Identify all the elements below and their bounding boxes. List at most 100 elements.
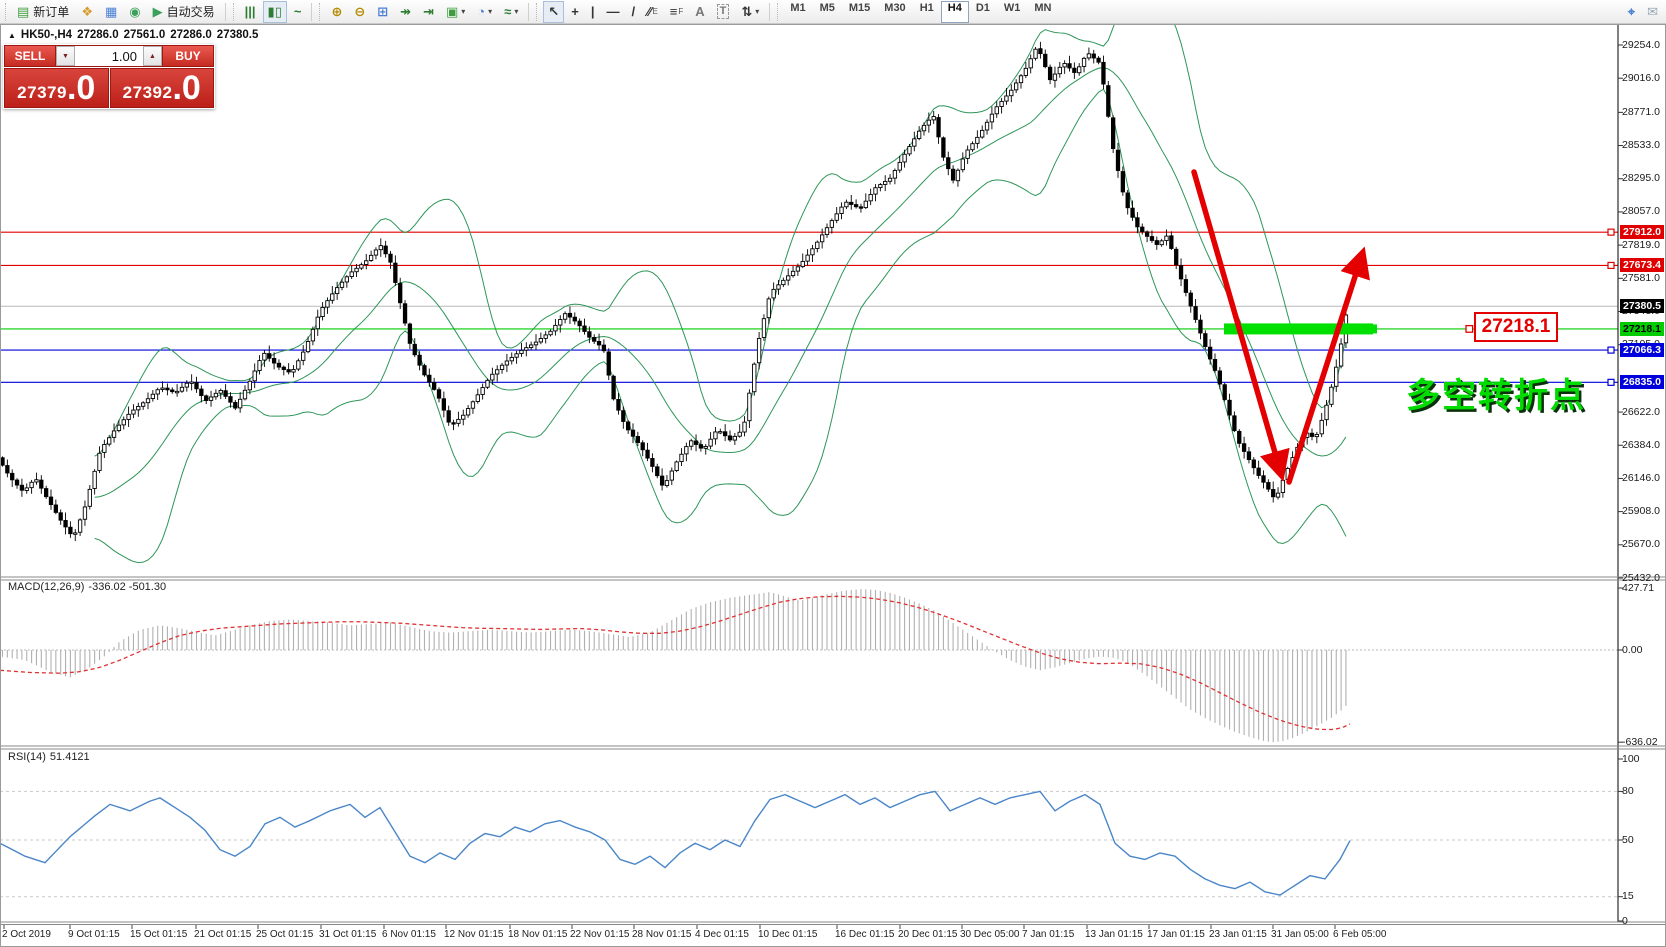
timeframe-h1[interactable]: H1 (913, 1, 941, 23)
chart-shift-icon[interactable]: ⇥ (418, 1, 439, 23)
symbol-info: ▲ HK50-,H4 27286.0 27561.0 27286.0 27380.5 (8, 29, 263, 41)
price-axis-label: 27581.0 (1622, 271, 1660, 284)
bar-chart-icon[interactable]: ||| (240, 1, 261, 23)
vertical-line-icon[interactable]: | (586, 1, 600, 23)
toolbar-separator (769, 2, 771, 21)
price-callout-box[interactable]: 27218.1 (1474, 312, 1558, 342)
zoom-in-icon: ⊕ (331, 4, 343, 19)
macd-histogram (0, 589, 1618, 743)
chart-profiles-icon[interactable]: ❖ (76, 1, 98, 23)
annotation-text[interactable]: 多空转折点 (1406, 368, 1586, 417)
timeframe-d1[interactable]: D1 (969, 1, 997, 23)
buy-price[interactable]: 27392.0 (109, 68, 214, 108)
chart-canvas[interactable] (0, 0, 1666, 947)
collapse-arrow-icon[interactable]: ▲ (8, 31, 16, 40)
timeframe-h4[interactable]: H4 (940, 0, 969, 23)
price-axis-label: 29254.0 (1622, 38, 1660, 51)
bar-chart-icon: ||| (244, 4, 256, 19)
time-axis-label: 28 Nov 01:15 (632, 929, 692, 940)
rsi-label: RSI(14) 51.4121 (8, 751, 90, 763)
time-axis-label: 31 Jan 05:00 (1271, 929, 1329, 940)
autotrading-button: ▶ (152, 4, 163, 19)
time-axis-label: 13 Jan 01:15 (1085, 929, 1143, 940)
current-price-tag: 27380.5 (1620, 299, 1664, 314)
toolbar-drag-handle (319, 2, 322, 21)
timeframe-m5[interactable]: M5 (813, 1, 842, 23)
autotrading-button[interactable]: ▶ 自动交易 (148, 1, 220, 23)
indicators-icon: ≈ (504, 4, 512, 19)
ohlc-close: 27380.5 (216, 29, 259, 41)
line-chart-icon[interactable]: ~ (289, 1, 307, 23)
bollinger-bands (94, 0, 1347, 564)
horizontal-line-icon[interactable]: — (601, 1, 624, 23)
new-chart-icon[interactable]: ▣ ▾ (441, 1, 470, 23)
cursor-icon: ↖ (548, 4, 560, 19)
level-price-tag: 27912.0 (1620, 225, 1664, 240)
toolbar-separator (528, 2, 530, 21)
level-price-tag: 27673.4 (1620, 258, 1664, 273)
market-watch-icon[interactable]: ▦ (100, 1, 122, 23)
periods-icon[interactable]: ◔ ▾ (472, 1, 497, 23)
time-axis-label: 6 Feb 05:00 (1333, 929, 1387, 940)
text-icon: A (695, 4, 705, 19)
line-chart-icon: ~ (293, 4, 302, 19)
timeframe-m15[interactable]: M15 (842, 1, 877, 23)
rsi-axis-label: 100 (1622, 752, 1640, 765)
chevron-down-icon: ▾ (755, 7, 760, 16)
volume-input[interactable] (75, 46, 143, 66)
toolbar-drag-handle (232, 2, 236, 21)
macd-axis-label: 427.71 (1622, 581, 1655, 594)
rsi-axis-label: 80 (1622, 784, 1634, 797)
candlestick-chart-icon[interactable]: ▮▯ (262, 0, 287, 23)
rsi-line (0, 790, 1618, 898)
time-axis-label: 15 Oct 01:15 (130, 929, 188, 940)
rsi-axis-label: 50 (1622, 833, 1634, 846)
chat-icon[interactable]: ✉ (1642, 1, 1663, 23)
search-icon[interactable]: ⌖ (1623, 1, 1640, 23)
text-icon[interactable]: A (690, 1, 709, 23)
indicators-icon[interactable]: ≈ ▾ (499, 1, 523, 23)
volume-control: ▼ ▲ (56, 45, 162, 67)
arrows-icon[interactable]: ⇅ ▾ (736, 1, 764, 23)
buy-button[interactable]: BUY (162, 45, 214, 67)
time-axis-label: 31 Oct 01:15 (319, 929, 377, 940)
timeframe-mn[interactable]: MN (1027, 1, 1058, 23)
volume-up-button[interactable]: ▲ (143, 46, 162, 66)
toolbar-separator (224, 2, 226, 21)
horizontal-levels[interactable] (0, 228, 1618, 386)
time-axis-label: 10 Dec 01:15 (758, 929, 818, 940)
auto-scroll-icon[interactable]: ↠ (395, 1, 416, 23)
navigator-icon[interactable]: ◉ (124, 1, 145, 23)
new-order-button[interactable]: ▤ 新订单 (12, 1, 74, 23)
arrows-icon: ⇅ (741, 4, 753, 19)
toolbar-separator (311, 2, 313, 21)
ohlc-open: 27286.0 (77, 29, 119, 41)
text-label-icon: T (716, 4, 730, 19)
cursor-icon[interactable]: ↖ (543, 0, 565, 23)
level-price-tag: 26835.0 (1620, 375, 1664, 390)
macd-label: MACD(12,26,9) -336.02 -501.30 (8, 581, 167, 593)
new-chart-icon: ▣ (445, 4, 459, 19)
time-axis-label: 22 Nov 01:15 (570, 929, 630, 940)
price-axis-label: 27819.0 (1622, 238, 1660, 251)
vertical-line-icon: | (590, 4, 595, 19)
sell-button[interactable]: SELL (4, 45, 56, 67)
timeframe-m1[interactable]: M1 (783, 1, 812, 23)
zoom-in-icon[interactable]: ⊕ (326, 1, 347, 23)
sell-price[interactable]: 27379.0 (4, 68, 109, 108)
text-label-icon[interactable]: T (712, 1, 735, 23)
zoom-out-icon[interactable]: ⊖ (349, 1, 370, 23)
tile-windows-icon[interactable]: ⊞ (372, 1, 393, 23)
time-axis-label: 16 Dec 01:15 (835, 929, 895, 940)
time-axis-label: 20 Dec 01:15 (898, 929, 958, 940)
crosshair-icon[interactable]: + (566, 1, 584, 23)
volume-down-button[interactable]: ▼ (56, 46, 75, 66)
trendline-icon[interactable]: / (626, 1, 640, 23)
candlestick-chart-icon: ▮▯ (267, 4, 282, 19)
equidistant-channel-icon[interactable]: ∕∕ E (642, 1, 663, 23)
chart-shift-icon: ⇥ (423, 4, 434, 19)
timeframe-m30[interactable]: M30 (877, 1, 912, 23)
timeframe-w1[interactable]: W1 (997, 1, 1028, 23)
price-axis-label: 26146.0 (1622, 471, 1660, 484)
fibonacci-icon[interactable]: ≡ F (665, 1, 688, 23)
